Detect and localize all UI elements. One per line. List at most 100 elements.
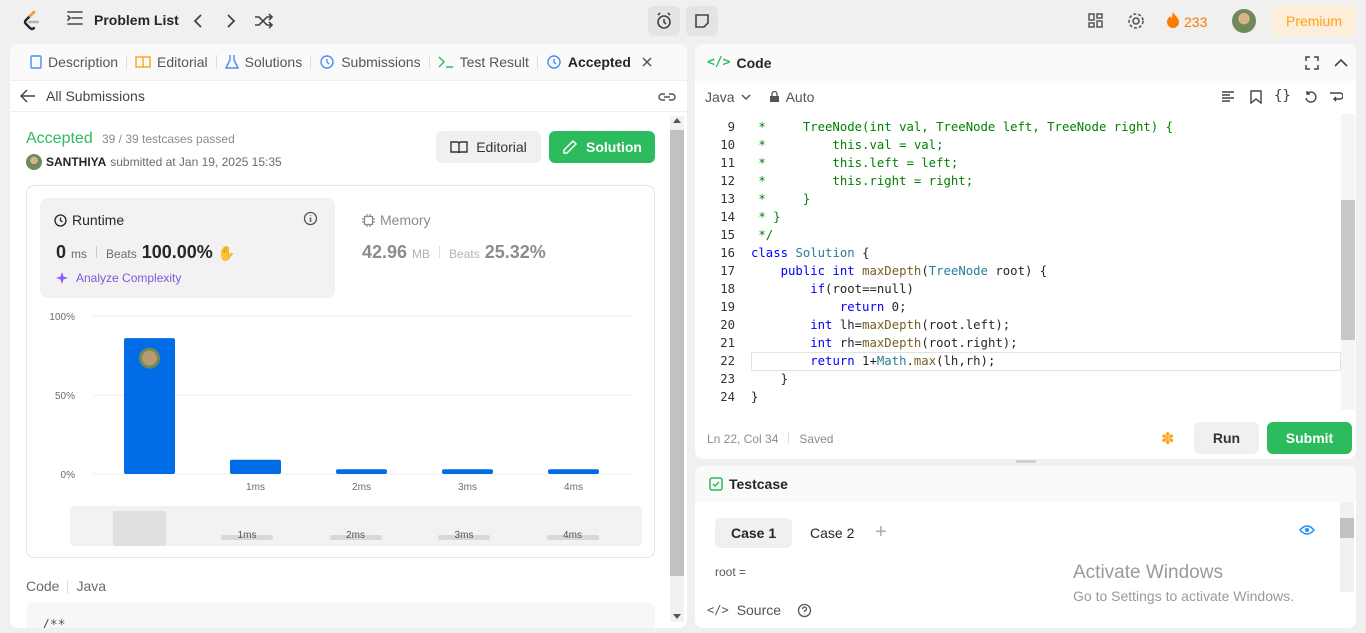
code-lines[interactable]: 9 * TreeNode(int val, TreeNode left, Tre… [695,114,1341,410]
scroll-down-icon[interactable] [673,614,681,619]
code-line[interactable]: if(root==null) [751,282,914,296]
timer-icon[interactable] [648,6,680,36]
username[interactable]: SANTHIYA [46,155,106,169]
tab-description-label: Description [48,54,119,70]
case-2-tab[interactable]: Case 2 [794,518,870,548]
add-case-icon[interactable]: + [875,521,887,544]
submitter-info: SANTHIYA submitted at Jan 19, 2025 15:35 [26,154,282,170]
expand-icon[interactable] [1305,56,1319,70]
scrollbar-thumb[interactable] [1340,518,1354,538]
code-line[interactable]: public int maxDepth(TreeNode root) { [751,264,1048,278]
scrollbar-thumb[interactable] [670,130,684,576]
back-arrow-icon[interactable] [20,89,36,103]
runtime-bar-4ms[interactable] [548,469,599,474]
problem-list-label: Problem List [94,11,179,28]
case-1-tab[interactable]: Case 1 [715,518,793,548]
code-line[interactable]: return 0; [751,300,907,314]
language-select[interactable]: Java [705,89,751,105]
editor-scrollbar-thumb[interactable] [1341,200,1355,340]
help-icon[interactable] [797,603,812,618]
leetcode-logo-icon[interactable] [20,9,44,33]
checkbox-icon [709,477,723,491]
runtime-bar-3ms[interactable] [442,469,493,474]
debug-bug-icon[interactable]: ✽ [1161,429,1174,449]
run-button[interactable]: Run [1194,422,1259,454]
problem-list-button[interactable]: Problem List [66,10,179,29]
scroll-up-icon[interactable] [673,118,681,123]
range-selector-thumb[interactable] [113,511,166,546]
code-line[interactable]: * this.right = right; [751,174,973,188]
mini-tick-label: 2ms [346,530,365,541]
save-status: Saved [799,432,834,446]
share-link-icon[interactable] [658,90,676,104]
layout-grid-icon[interactable] [1086,11,1106,31]
code-line[interactable]: class Solution { [751,246,869,260]
current-line-highlight [751,352,1341,371]
left-scrollbar[interactable] [670,116,684,622]
list-icon [66,10,84,29]
close-icon[interactable] [641,56,653,68]
bookmark-icon[interactable] [1250,90,1262,104]
history-icon [547,55,561,69]
code-line[interactable]: } [751,372,788,386]
tab-editorial[interactable]: Editorial [127,54,216,70]
mini-tick-label: 1ms [237,530,257,541]
panel-resize-handle[interactable] [1016,460,1036,463]
code-line[interactable]: * } [751,192,810,206]
next-problem-icon[interactable] [220,10,242,32]
performance-card: Runtime 0 ms Beats 100.00% ✋ Analyze Com… [26,185,655,558]
tab-description[interactable]: Description [22,54,126,70]
collapse-chevron-icon[interactable] [1334,58,1348,68]
x-tick-label: 4ms [564,482,583,493]
all-submissions-link[interactable]: All Submissions [46,88,145,104]
info-icon[interactable] [303,211,318,226]
memory-box[interactable]: Memory 42.96 MB Beats 25.32% [350,198,645,298]
tab-test-result[interactable]: Test Result [430,54,537,70]
runtime-box[interactable]: Runtime 0 ms Beats 100.00% ✋ Analyze Com… [40,198,335,298]
shuffle-icon[interactable] [253,10,275,32]
submission-panel: Description Editorial Solutions Submissi… [10,44,687,628]
code-line[interactable]: * this.left = left; [751,156,958,170]
notes-icon[interactable] [686,6,718,36]
streak-counter[interactable]: 233 [1166,11,1207,32]
source-link[interactable]: </> Source [707,602,812,618]
code-section-lang: Java [76,578,107,594]
runtime-bar-1ms[interactable] [230,459,281,474]
testcase-scrollbar[interactable] [1340,502,1354,592]
chart-range-selector[interactable]: 1ms 2ms 3ms 4ms [70,506,642,546]
code-preview-text: /** [42,618,66,628]
auto-mode-label: Auto [785,89,815,105]
history-icon [320,55,334,69]
eye-icon[interactable] [1299,524,1315,536]
reset-icon[interactable] [1304,90,1318,104]
analyze-complexity-link[interactable]: Analyze Complexity [56,271,181,285]
user-avatar[interactable] [1232,9,1256,33]
prev-problem-icon[interactable] [187,10,209,32]
code-line[interactable]: */ [751,228,773,242]
divider [96,246,98,258]
code-line[interactable]: * TreeNode(int val, TreeNode left, TreeN… [751,120,1173,134]
tab-submissions[interactable]: Submissions [311,54,428,70]
runtime-bar-2ms[interactable] [336,469,387,474]
premium-button[interactable]: Premium [1272,6,1356,36]
tab-accepted[interactable]: Accepted [538,54,661,70]
settings-gear-icon[interactable] [1126,11,1146,31]
wrap-icon[interactable] [1329,90,1343,104]
tab-solutions[interactable]: Solutions [217,54,311,70]
streak-count: 233 [1184,13,1208,30]
fire-icon [1166,11,1180,32]
editorial-button[interactable]: Editorial [436,131,541,163]
code-line[interactable]: } [751,390,758,404]
solution-button[interactable]: Solution [549,131,655,163]
braces-icon[interactable]: {} [1274,88,1291,104]
code-line[interactable]: int lh=maxDepth(root.left); [751,318,1010,332]
divider [67,580,69,594]
code-line[interactable]: int rh=maxDepth(root.right); [751,336,1017,350]
submit-button[interactable]: Submit [1267,422,1352,454]
memory-value: 42.96 [362,242,408,262]
auto-mode[interactable]: Auto [769,89,815,105]
code-line[interactable]: * } [751,210,780,224]
chevron-down-icon [741,93,751,100]
format-icon[interactable] [1221,91,1235,103]
code-line[interactable]: * this.val = val; [751,138,943,152]
